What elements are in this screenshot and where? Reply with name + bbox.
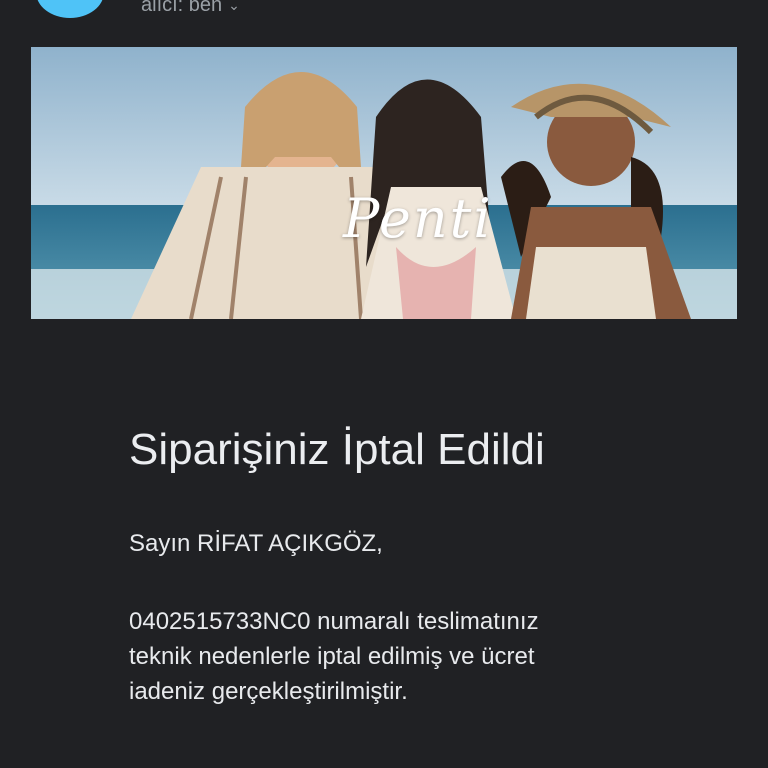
email-title: Siparişiniz İptal Edildi	[129, 425, 545, 474]
brand-logo: Penti	[343, 187, 493, 250]
message-body: 0402515733NC0 numaralı teslimatınız tekn…	[129, 604, 649, 709]
message-line: iadeniz gerçekleştirilmiştir.	[129, 678, 408, 705]
message-line: teknik nedenlerle iptal edilmiş ve ücret	[129, 643, 535, 670]
recipient-toggle[interactable]: alıcı: ben ⌄	[141, 0, 240, 17]
recipient-label: alıcı: ben	[141, 0, 223, 16]
sender-avatar[interactable]	[36, 0, 104, 18]
greeting-text: Sayın RİFAT AÇIKGÖZ,	[129, 530, 383, 557]
chevron-down-icon: ⌄	[228, 0, 240, 13]
message-line: 0402515733NC0 numaralı teslimatınız	[129, 608, 539, 635]
beach-photo	[31, 47, 737, 319]
promo-banner-image: Penti	[31, 47, 737, 319]
